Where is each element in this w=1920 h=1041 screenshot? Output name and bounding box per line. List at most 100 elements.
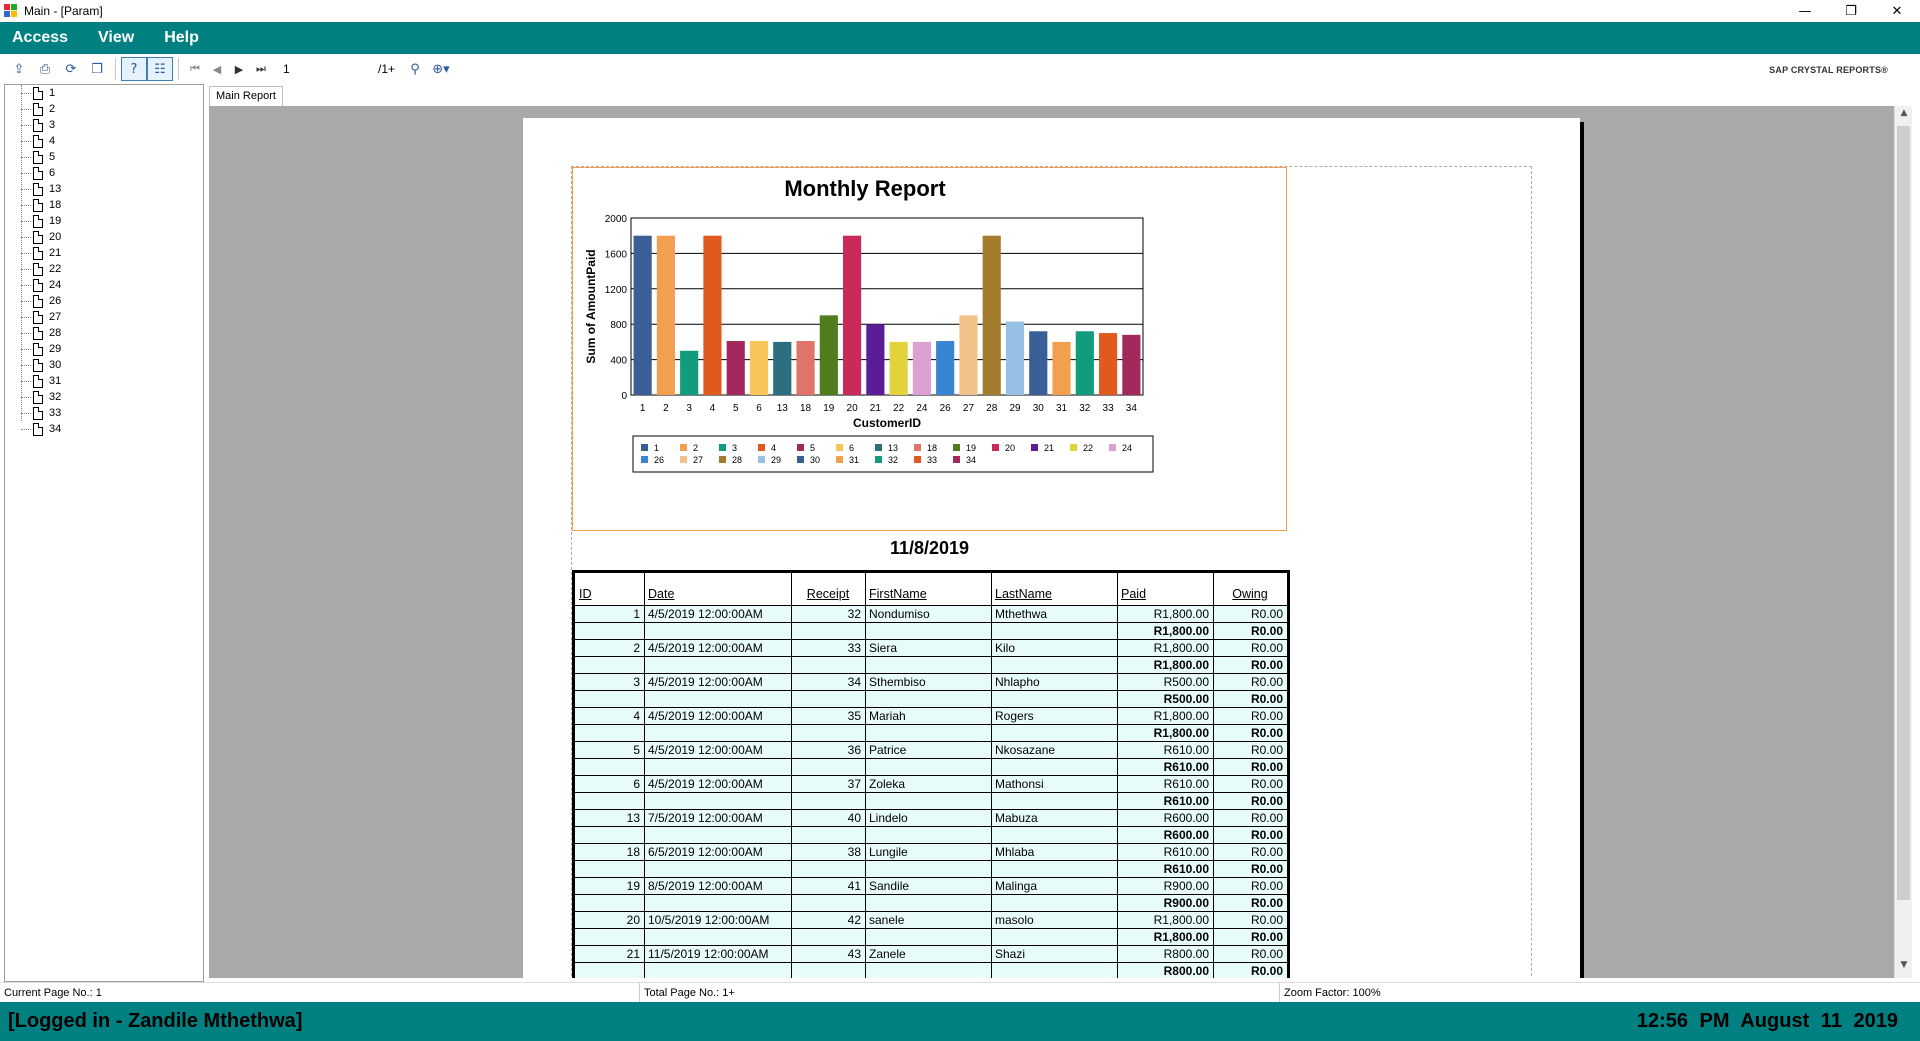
- next-page-icon[interactable]: ▶: [228, 63, 250, 76]
- cell-receipt: 40: [847, 811, 861, 825]
- x-tick-label: 30: [1033, 403, 1045, 414]
- scroll-thumb[interactable]: [1897, 126, 1910, 900]
- scroll-up-icon[interactable]: ▲: [1895, 108, 1913, 124]
- cell-date: 6/5/2019 12:00:00AM: [648, 845, 763, 859]
- minimize-button[interactable]: —: [1782, 0, 1828, 22]
- tree-node[interactable]: 24: [15, 277, 61, 293]
- legend-label: 28: [732, 455, 742, 465]
- document-icon: [33, 166, 43, 180]
- cell-owing: R0.00: [1250, 845, 1283, 859]
- restore-button[interactable]: ❐: [1828, 0, 1874, 22]
- group-tree-icon[interactable]: ☷: [147, 57, 173, 81]
- chart-container: Monthly Report 0 400 800 1200 1600 2000 1 2 3 4 5 6 1…: [572, 167, 1287, 531]
- bar: [1075, 331, 1094, 395]
- document-icon: [33, 422, 43, 436]
- tree-node[interactable]: 2: [15, 101, 55, 117]
- legend-swatch: [1070, 444, 1077, 451]
- document-icon: [33, 342, 43, 356]
- tree-node[interactable]: 27: [15, 309, 61, 325]
- report-tabs: Main Report: [209, 84, 1919, 106]
- bar: [680, 350, 699, 395]
- tree-node[interactable]: 20: [15, 229, 61, 245]
- last-page-icon[interactable]: ⏭: [250, 62, 272, 76]
- x-tick-label: 6: [756, 403, 762, 414]
- cell-id: 1: [633, 607, 640, 621]
- table-row: 4 4/5/2019 12:00:00AM 35 Mariah Rogers R1,800…: [575, 707, 1287, 741]
- tree-node[interactable]: 3: [15, 117, 55, 133]
- first-page-icon[interactable]: ⏮: [184, 62, 206, 76]
- document-icon: [33, 102, 43, 116]
- cell-owing_total: R0.00: [1250, 828, 1283, 842]
- tree-node-label: 34: [49, 423, 62, 435]
- cell-first: Zoleka: [869, 777, 906, 791]
- tree-node[interactable]: 5: [15, 149, 55, 165]
- tab-main-report[interactable]: Main Report: [209, 86, 283, 106]
- x-tick-label: 21: [870, 403, 882, 414]
- print-icon[interactable]: ⎙: [32, 57, 58, 81]
- group-total-line: R1,800.00 R0.00: [575, 928, 1287, 945]
- report-viewer[interactable]: Monthly Report 0 400 800 1200 1600 2000 1 2 3 4 5 6 1…: [209, 106, 1894, 978]
- menu-access[interactable]: Access: [8, 29, 72, 47]
- document-icon: [33, 246, 43, 260]
- tree-node[interactable]: 19: [15, 213, 61, 229]
- tree-node[interactable]: 32: [15, 389, 61, 405]
- cell-last: Nhlapho: [995, 675, 1040, 689]
- tree-node[interactable]: 31: [15, 373, 61, 389]
- close-button[interactable]: ✕: [1874, 0, 1920, 22]
- menu-bar: Access View Help: [0, 22, 1920, 54]
- export-icon[interactable]: ⇪: [6, 57, 32, 81]
- refresh-icon[interactable]: ⟳: [58, 57, 84, 81]
- legend-swatch: [875, 456, 882, 463]
- column-divider: [644, 945, 645, 978]
- zoom-icon[interactable]: ⊕▾: [428, 57, 454, 81]
- cell-owing: R0.00: [1250, 675, 1283, 689]
- y-tick-label: 2000: [605, 214, 628, 225]
- copy-icon[interactable]: ❐: [84, 57, 110, 81]
- tree-node[interactable]: 4: [15, 133, 55, 149]
- tree-node[interactable]: 18: [15, 197, 61, 213]
- scroll-down-icon[interactable]: ▼: [1895, 960, 1913, 976]
- page-number-input[interactable]: [278, 59, 378, 79]
- cell-paid_total: R1,800.00: [1153, 624, 1209, 638]
- prev-page-icon[interactable]: ◀: [206, 63, 228, 76]
- window-title: Main - [Param]: [24, 4, 103, 18]
- column-divider: [991, 911, 992, 945]
- cell-last: Mhlaba: [995, 845, 1035, 859]
- tree-node-label: 21: [49, 247, 62, 259]
- menu-help[interactable]: Help: [160, 29, 203, 47]
- column-divider: [1213, 573, 1214, 605]
- document-icon: [33, 406, 43, 420]
- column-divider: [644, 605, 645, 639]
- tree-node[interactable]: 34: [15, 421, 61, 437]
- cell-owing_total: R0.00: [1250, 964, 1283, 978]
- find-icon[interactable]: ⚲: [402, 57, 428, 81]
- table-header: ID Date Receipt FirstName LastName Paid Owing: [575, 573, 1287, 605]
- tree-node[interactable]: 1: [15, 85, 55, 101]
- bar: [912, 341, 931, 395]
- menu-view[interactable]: View: [94, 29, 138, 47]
- help-icon[interactable]: ?: [121, 57, 147, 81]
- tree-node[interactable]: 21: [15, 245, 61, 261]
- cell-id: 18: [626, 845, 640, 859]
- tree-node[interactable]: 30: [15, 357, 61, 373]
- cell-receipt: 43: [847, 947, 861, 961]
- x-tick-label: 34: [1126, 403, 1138, 414]
- tree-node[interactable]: 28: [15, 325, 61, 341]
- cell-first: Patrice: [869, 743, 907, 757]
- cell-date: 4/5/2019 12:00:00AM: [648, 777, 763, 791]
- tree-node[interactable]: 6: [15, 165, 55, 181]
- column-divider: [644, 673, 645, 707]
- cell-owing_total: R0.00: [1250, 794, 1283, 808]
- tree-node[interactable]: 26: [15, 293, 61, 309]
- cell-owing: R0.00: [1250, 811, 1283, 825]
- bar: [726, 341, 745, 395]
- tree-node[interactable]: 33: [15, 405, 61, 421]
- tree-node-label: 20: [49, 231, 62, 243]
- cell-paid: R610.00: [1163, 743, 1209, 757]
- cell-receipt: 33: [847, 641, 861, 655]
- cell-first: Sandile: [869, 879, 910, 893]
- vertical-scrollbar[interactable]: ▲ ▼: [1894, 106, 1912, 978]
- tree-node[interactable]: 13: [15, 181, 61, 197]
- tree-node[interactable]: 22: [15, 261, 61, 277]
- tree-node[interactable]: 29: [15, 341, 61, 357]
